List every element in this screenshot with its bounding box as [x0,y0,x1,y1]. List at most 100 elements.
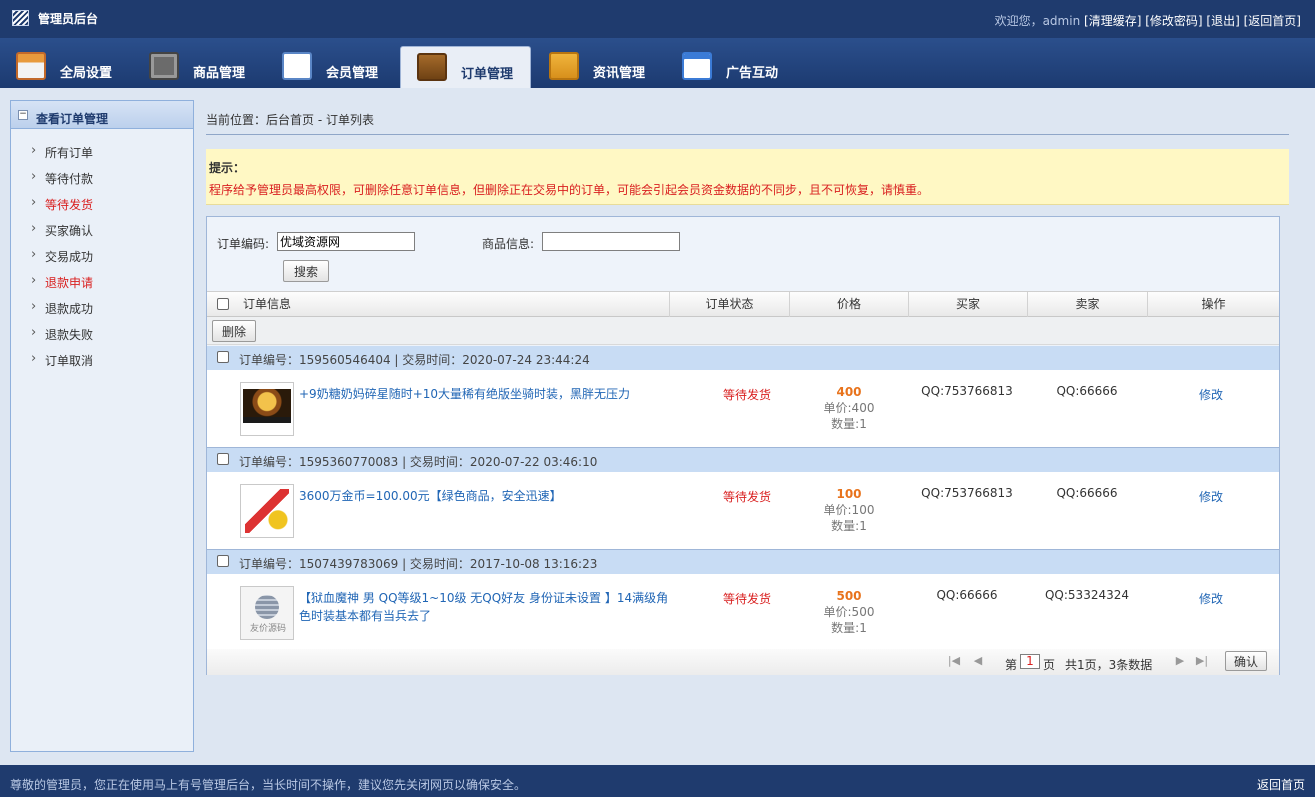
col-order-info: 订单信息 [243,297,292,311]
edit-link[interactable]: 修改 [1151,488,1271,505]
sidebar-item-refund-success[interactable]: 退款成功 [11,300,193,328]
sidebar-header[interactable]: − 查看订单管理 [11,101,193,129]
sidebar-menu: 所有订单 等待付款 等待发货 买家确认 交易成功 退款申请 退款成功 退款失败 … [11,129,193,380]
change-password-link[interactable]: [修改密码] [1145,14,1202,28]
collapse-icon[interactable]: − [18,110,28,120]
buyer: QQ:66666 [936,588,998,602]
tab-news[interactable]: 资讯管理 [533,46,664,88]
page-number-input[interactable]: 1 [1020,654,1040,669]
prev-page-icon[interactable]: ◀ [971,655,985,667]
welcome-text: 欢迎您，admin [994,14,1081,28]
goods-info-input[interactable] [542,232,680,251]
next-page-icon[interactable]: ▶ [1173,655,1187,667]
last-page-icon[interactable]: ▶| [1195,655,1209,667]
search-button[interactable]: 搜索 [283,260,330,282]
delete-button[interactable]: 删除 [212,320,257,342]
goods-link[interactable]: 3600万金币=100.00元【绿色商品，安全迅速】 [299,487,669,505]
sidebar-item-buyer-confirm[interactable]: 买家确认 [11,222,193,250]
breadcrumb: 当前位置：后台首页 - 订单列表 [206,113,374,127]
order-meta: 订单编号：1507439783069 | 交易时间：2017-10-08 13:… [239,557,598,571]
first-page-icon[interactable]: |◀ [947,655,961,667]
col-actions: 操作 [1147,292,1279,317]
clear-cache-link[interactable]: [清理缓存] [1084,14,1141,28]
edit-link[interactable]: 修改 [1151,590,1271,607]
footer-notice: 尊敬的管理员，您正在使用马上有号管理后台，当长时间不操作，建议您先关闭网页以确保… [10,778,527,792]
footer: 尊敬的管理员，您正在使用马上有号管理后台，当长时间不操作，建议您先关闭网页以确保… [0,765,1315,797]
seller: QQ:53324324 [1044,588,1129,602]
goods-link[interactable]: +9奶糖奶妈碎星随时+10大量稀有绝版坐骑时装，黑胖无压力 [299,385,669,403]
footer-home-link[interactable]: 返回首页 [1257,776,1305,793]
sidebar-item-awaiting-shipment[interactable]: 等待发货 [11,196,193,224]
tab-label: 广告互动 [726,66,779,81]
wallet-icon [417,53,447,81]
tab-goods[interactable]: 商品管理 [133,46,264,88]
col-price: 价格 [789,292,908,317]
game-logo-image [245,489,289,533]
select-all-checkbox[interactable] [217,298,229,310]
page-confirm-button[interactable]: 确认 [1225,651,1268,671]
game-image [243,389,291,423]
main-nav: 全局设置 商品管理 会员管理 订单管理 资讯管理 广告互动 [0,38,1315,88]
order-row-header: 订单编号：1507439783069 | 交易时间：2017-10-08 13:… [207,550,1279,574]
logo-icon [12,10,29,26]
order-checkbox[interactable] [217,555,229,567]
sidebar-item-completed[interactable]: 交易成功 [11,248,193,276]
tab-label: 会员管理 [326,66,379,81]
sidebar-title: 查看订单管理 [36,112,109,126]
order-checkbox[interactable] [217,453,229,465]
quantity: 数量:1 [831,621,867,635]
order-meta: 订单编号：1595360770083 | 交易时间：2020-07-22 03:… [239,455,598,469]
goods-icon [149,52,179,80]
page-summary: 共1页，3条数据 [1065,658,1153,672]
settings-icon [16,52,46,80]
seller: QQ:66666 [1056,384,1118,398]
unit-price: 单价:500 [823,605,875,619]
notice-message: 程序给予管理员最高权限，可删除任意订单信息，但删除正在交易中的订单，可能会引起会… [209,183,930,197]
ad-icon [682,52,712,80]
edit-link[interactable]: 修改 [1151,386,1271,403]
price-cell: 400 单价:400 数量:1 [789,384,909,432]
goods-link[interactable]: 【狱血魔神 男 QQ等级1~10级 无QQ好友 身份证未设置 】14满级角色时装… [299,589,669,625]
logout-link[interactable]: [退出] [1206,14,1239,28]
sidebar-item-awaiting-payment[interactable]: 等待付款 [11,170,193,198]
order-code-input[interactable] [277,232,415,251]
news-icon [549,52,579,80]
home-link[interactable]: [返回首页] [1244,14,1301,28]
sidebar: − 查看订单管理 所有订单 等待付款 等待发货 买家确认 交易成功 退款申请 退… [10,100,194,752]
divider [206,134,1289,135]
total-price: 500 [836,589,862,603]
table-header: 订单信息 订单状态 价格 买家 卖家 操作 [207,291,1279,317]
goods-thumbnail[interactable] [240,382,294,436]
tab-orders[interactable]: 订单管理 [400,46,531,88]
goods-thumbnail[interactable] [240,484,294,538]
tab-members[interactable]: 会员管理 [266,46,397,88]
pagination: |◀ ◀ 第 1 页 共1页，3条数据 ▶ ▶| 确认 [207,649,1279,675]
goods-thumbnail[interactable]: 友价源码 [240,586,294,640]
top-links: 欢迎您，admin [清理缓存] [修改密码] [退出] [返回首页] [995,12,1301,29]
sidebar-item-refund-failed[interactable]: 退款失败 [11,326,193,354]
unit-price: 单价:400 [823,401,875,415]
sidebar-item-all-orders[interactable]: 所有订单 [11,144,193,172]
order-checkbox[interactable] [217,351,229,363]
bulk-action-bar: 删除 [207,317,1279,345]
price-cell: 100 单价:100 数量:1 [789,486,909,534]
tab-label: 全局设置 [60,66,113,81]
tab-label: 资讯管理 [593,66,646,81]
col-seller: 卖家 [1027,292,1147,317]
goods-info-label: 商品信息: [482,237,535,251]
unit-price: 单价:100 [823,503,875,517]
tab-global-settings[interactable]: 全局设置 [0,46,131,88]
globe-icon [255,595,279,619]
quantity: 数量:1 [831,519,867,533]
tab-ads[interactable]: 广告互动 [666,46,797,88]
tab-label: 商品管理 [193,66,246,81]
sidebar-item-refund-request[interactable]: 退款申请 [11,274,193,302]
order-row: +9奶糖奶妈碎星随时+10大量稀有绝版坐骑时装，黑胖无压力 等待发货 400 单… [207,370,1279,448]
order-row-header: 订单编号：1595360770083 | 交易时间：2020-07-22 03:… [207,448,1279,472]
order-panel: 订单编码: 商品信息: 搜索 订单信息 订单状态 价格 买家 卖家 操作 删除 … [206,216,1280,675]
seller: QQ:66666 [1056,486,1118,500]
order-row-header: 订单编号：159560546404 | 交易时间：2020-07-24 23:4… [207,346,1279,370]
total-price: 100 [836,487,862,501]
order-row: 3600万金币=100.00元【绿色商品，安全迅速】 等待发货 100 单价:1… [207,472,1279,550]
sidebar-item-order-cancelled[interactable]: 订单取消 [11,352,193,380]
